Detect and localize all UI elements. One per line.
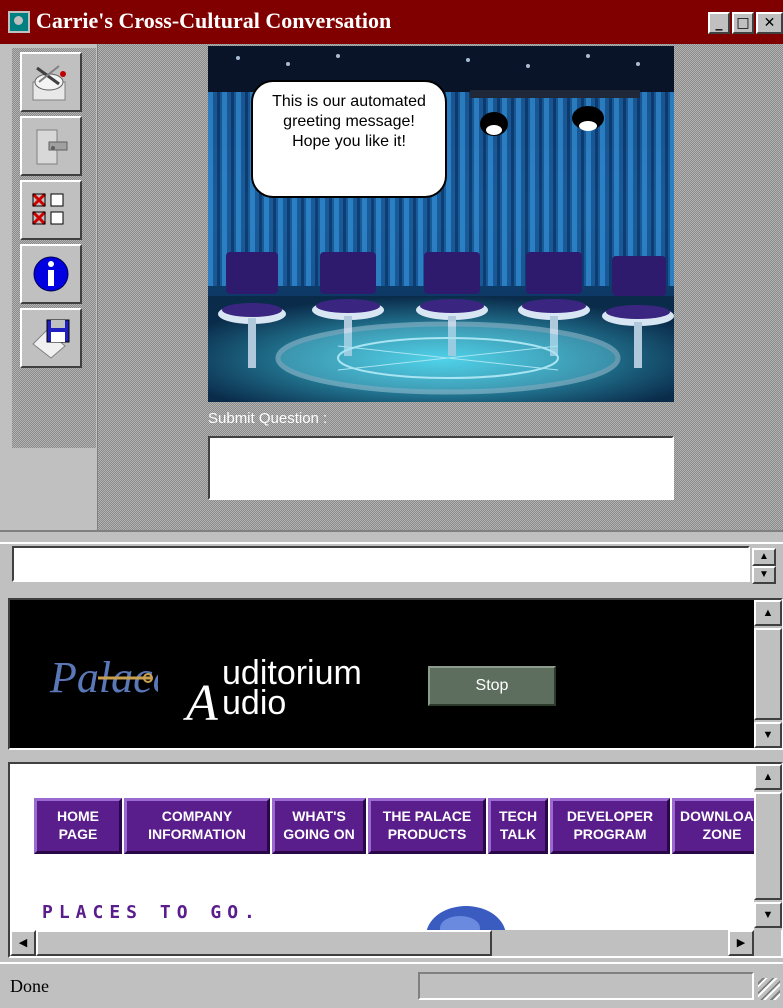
submit-question-label: Submit Question : <box>208 410 328 427</box>
nav-download-zone[interactable]: DOWNLOAD ZONE <box>672 798 754 854</box>
toolbar-panel <box>12 48 96 448</box>
nav-the-palace-products[interactable]: THE PALACE PRODUCTS <box>368 798 486 854</box>
web-horizontal-scrollbar[interactable]: ◀ ▶ <box>10 930 781 956</box>
chat-scroll-up-button[interactable]: ▲ <box>752 548 776 566</box>
audio-scrollbar[interactable]: ▲ ▼ <box>754 600 782 748</box>
save-icon <box>32 319 70 359</box>
audio-title: udio <box>222 684 287 722</box>
stop-audio-button[interactable]: Stop <box>428 666 556 706</box>
close-button[interactable]: ✕ <box>756 12 783 34</box>
resize-grip-icon[interactable] <box>758 978 780 1000</box>
globe-icon <box>426 906 506 930</box>
web-vertical-scrollbar[interactable]: ▲ ▼ <box>754 764 782 930</box>
status-panel <box>418 972 754 1000</box>
status-text: Done <box>10 976 49 996</box>
door-button[interactable] <box>20 116 82 176</box>
web-scroll-up-button[interactable]: ▲ <box>754 764 782 790</box>
web-frame: HOME PAGE COMPANY INFORMATION WHAT'S GOI… <box>8 762 783 958</box>
app-icon[interactable] <box>8 11 30 33</box>
window-title: Carrie's Cross-Cultural Conversation <box>36 8 392 33</box>
save-button[interactable] <box>20 308 82 368</box>
submit-question-input[interactable] <box>208 436 674 500</box>
web-vertical-scroll-thumb[interactable] <box>754 792 782 900</box>
title-bar[interactable]: Carrie's Cross-Cultural Conversation _ □… <box>0 0 783 44</box>
nav-tech-talk[interactable]: TECH TALK <box>488 798 548 854</box>
web-content: HOME PAGE COMPANY INFORMATION WHAT'S GOI… <box>10 764 754 930</box>
door-icon <box>36 129 68 165</box>
pane-divider[interactable] <box>0 530 783 544</box>
chat-scroll-down-button[interactable]: ▼ <box>752 566 776 584</box>
toolbar-empty-area <box>12 448 96 530</box>
prop-icon <box>32 65 66 101</box>
places-to-go-heading: PLACES TO GO. <box>42 902 261 923</box>
web-horizontal-scroll-thumb[interactable] <box>36 930 492 956</box>
site-nav: HOME PAGE COMPANY INFORMATION WHAT'S GOI… <box>34 798 754 854</box>
audio-scroll-thumb[interactable] <box>754 628 782 720</box>
greeting-speech-bubble: This is our automated greeting message! … <box>251 80 447 198</box>
checklist-button[interactable] <box>20 180 82 240</box>
web-scroll-left-button[interactable]: ◀ <box>10 930 36 956</box>
checklist-icon <box>31 192 64 226</box>
web-scroll-down-button[interactable]: ▼ <box>754 902 782 928</box>
audio-content: Palace A uditorium udio Stop <box>10 600 754 748</box>
minimize-button[interactable]: _ <box>708 12 730 34</box>
chat-input[interactable] <box>12 546 750 582</box>
nav-developer-program[interactable]: DEVELOPER PROGRAM <box>550 798 670 854</box>
palace-logo: Palace <box>49 653 158 702</box>
room-stage[interactable]: This is our automated greeting message! … <box>98 44 783 530</box>
room-scene[interactable]: This is our automated greeting message! … <box>208 46 674 402</box>
status-bar: Done <box>0 962 783 1008</box>
info-icon <box>33 256 69 292</box>
audio-scroll-down-button[interactable]: ▼ <box>754 722 782 748</box>
nav-whats-going-on[interactable]: WHAT'S GOING ON <box>272 798 366 854</box>
left-toolbar <box>0 44 98 530</box>
maximize-button[interactable]: □ <box>732 12 754 34</box>
nav-home-page[interactable]: HOME PAGE <box>34 798 122 854</box>
info-button[interactable] <box>20 244 82 304</box>
auditorium-audio-initial: A <box>186 675 218 732</box>
audio-frame: Palace A uditorium udio Stop ▲ ▼ <box>8 598 783 750</box>
web-scroll-right-button[interactable]: ▶ <box>728 930 754 956</box>
nav-company-information[interactable]: COMPANY INFORMATION <box>124 798 270 854</box>
props-button[interactable] <box>20 52 82 112</box>
audio-scroll-up-button[interactable]: ▲ <box>754 600 782 626</box>
